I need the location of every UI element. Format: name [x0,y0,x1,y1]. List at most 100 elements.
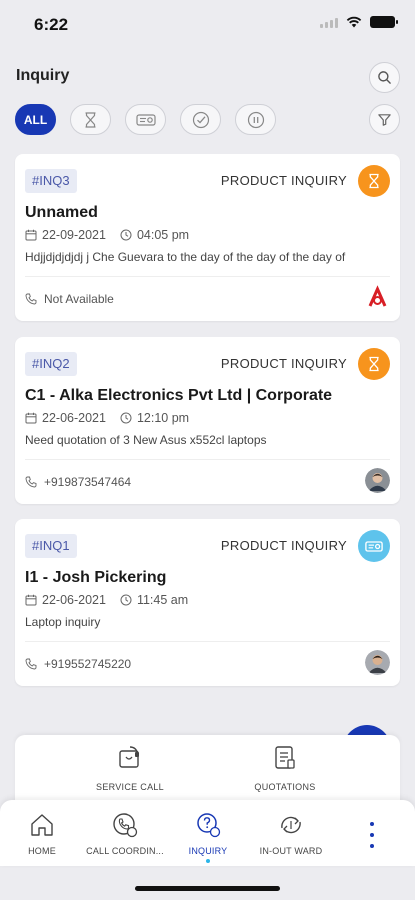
clock-icon [120,412,132,424]
active-indicator [206,859,210,863]
nav-label: CALL COORDIN... [86,846,164,856]
assignee-avatar [365,285,390,310]
phone-icon [25,658,37,670]
inquiry-datetime: 22-06-2021 11:45 am [25,593,188,607]
customer-name: C1 - Alka Electronics Pvt Ltd | Corporat… [25,387,333,404]
inquiry-id-badge: #INQ1 [25,534,77,558]
person-photo-icon [365,650,390,675]
quick-action-label: QUOTATIONS [254,782,316,792]
phone-icon [25,476,37,488]
phone-icon [25,293,37,305]
battery-icon [370,16,398,28]
inout-ward-icon [281,816,301,834]
hourglass-icon [85,111,96,128]
filter-all-chip[interactable]: ALL [15,104,56,135]
nav-item-call-coordinate[interactable]: CALL COORDIN... [83,812,167,856]
nav-item-home[interactable]: HOME [0,812,84,856]
inquiry-description: Need quotation of 3 New Asus x552cl lapt… [25,433,267,447]
quick-action-label: SERVICE CALL [96,782,164,792]
pause-circle-icon [247,111,264,128]
inquiry-date: 22-09-2021 [42,228,106,242]
inquiry-card[interactable]: #INQ2 PRODUCT INQUIRY C1 - Alka Electron… [15,337,400,504]
inquiry-time: 12:10 pm [136,411,190,425]
inquiry-id-badge: #INQ3 [25,169,77,193]
status-icons [320,16,398,28]
filter-open-chip[interactable] [125,104,166,135]
inquiry-card[interactable]: #INQ1 PRODUCT INQUIRY I1 - Josh Pickerin… [15,519,400,686]
bottom-nav: HOME CALL COORDIN... INQUIRY IN-OUT WARD [0,800,415,866]
customer-name: I1 - Josh Pickering [25,569,167,586]
clock-icon [120,229,132,241]
contact-phone[interactable]: +919873547464 [25,475,131,489]
card-divider [25,276,390,277]
quotation-doc-icon [275,746,295,769]
search-button[interactable] [369,62,400,93]
customer-name: Unnamed [25,204,98,221]
inquiry-icon [197,813,221,838]
status-badge [358,165,390,197]
assignee-avatar [365,650,390,675]
inquiry-description: Laptop inquiry [25,615,101,629]
status-badge [358,348,390,380]
assignee-avatar [365,468,390,493]
contact-phone[interactable]: Not Available [25,292,114,306]
status-badge [358,530,390,562]
hourglass-icon [369,173,379,189]
more-dot [370,833,374,837]
nav-label: INQUIRY [188,846,228,856]
page-title: Inquiry [16,67,70,84]
calendar-icon [25,412,37,424]
phone-number: Not Available [44,292,114,306]
service-call-icon [119,746,139,768]
more-dot [370,822,374,826]
card-divider [25,459,390,460]
status-filter-row: ALL [15,104,276,135]
inquiry-time: 04:05 pm [136,228,190,242]
more-dot [370,844,374,848]
check-circle-icon [192,111,209,128]
service-call-button[interactable]: SERVICE CALL [55,745,205,792]
inquiry-id-badge: #INQ2 [25,352,77,376]
quotations-button[interactable]: QUOTATIONS [210,745,360,792]
call-coordinate-icon [113,813,138,838]
phone-number: +919552745220 [44,657,132,671]
inquiry-type-label: PRODUCT INQUIRY [220,356,347,371]
wifi-icon [346,16,362,28]
inquiry-datetime: 22-06-2021 12:10 pm [25,411,189,425]
search-icon [378,71,391,84]
phone-number: +919873547464 [44,475,132,489]
inquiry-type-label: PRODUCT INQUIRY [220,538,347,553]
card-divider [25,641,390,642]
inquiry-datetime: 22-09-2021 04:05 pm [25,228,189,242]
quick-actions-panel: SERVICE CALL QUOTATIONS [15,735,400,805]
filter-button[interactable] [369,104,400,135]
contact-phone[interactable]: +919552745220 [25,657,131,671]
nav-item-in-out-ward[interactable]: IN-OUT WARD [249,812,333,856]
clock-icon [120,594,132,606]
nav-item-inquiry[interactable]: INQUIRY [166,812,250,863]
signal-icon [320,17,338,28]
ticket-icon [365,540,383,552]
more-menu-button[interactable] [362,822,382,848]
nav-label: IN-OUT WARD [259,846,323,856]
inquiry-date: 22-06-2021 [42,593,106,607]
ticket-icon [135,113,156,126]
inquiry-description: Hdjjdjdjdjdj j Che Guevara to the day of… [25,250,346,264]
home-indicator [135,886,280,891]
inquiry-card[interactable]: #INQ3 PRODUCT INQUIRY Unnamed 22-09-2021… [15,154,400,321]
inquiry-date: 22-06-2021 [42,411,106,425]
status-bar: 6:22 [0,0,415,50]
calendar-icon [25,594,37,606]
filter-completed-chip[interactable] [180,104,221,135]
company-logo-icon [365,285,390,310]
hourglass-icon [369,356,379,372]
inquiry-time: 11:45 am [136,593,189,607]
filter-pending-chip[interactable] [70,104,111,135]
nav-label: HOME [28,846,56,856]
inquiry-type-label: PRODUCT INQUIRY [220,173,347,188]
filter-paused-chip[interactable] [235,104,276,135]
home-icon [31,814,53,836]
calendar-icon [25,229,37,241]
filter-funnel-icon [378,114,391,126]
person-photo-icon [365,468,390,493]
